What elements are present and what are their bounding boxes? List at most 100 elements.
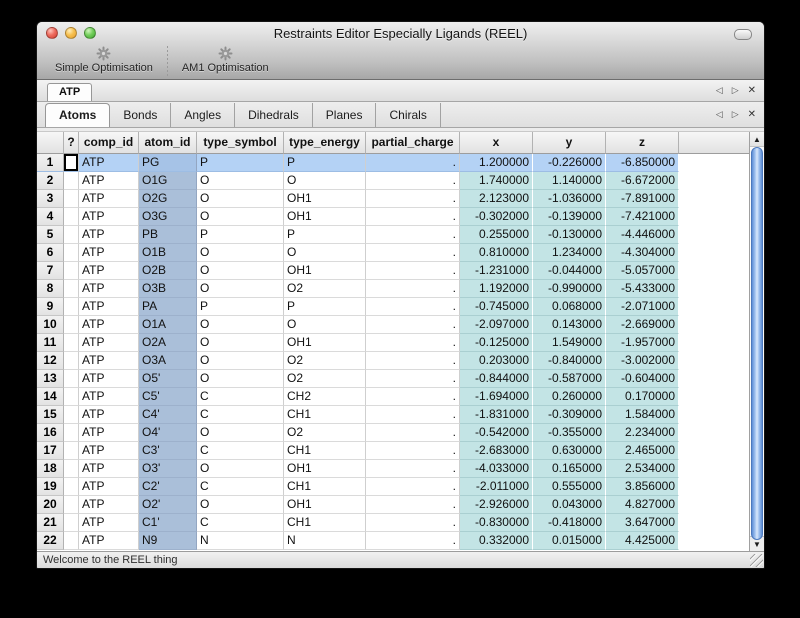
cell-partial_charge[interactable]: .: [366, 262, 460, 280]
cell-type_energy[interactable]: O2: [284, 280, 366, 298]
cell-y[interactable]: -0.130000: [533, 226, 606, 244]
cell-x[interactable]: -2.926000: [460, 496, 533, 514]
cell-x[interactable]: -4.033000: [460, 460, 533, 478]
row-number[interactable]: 22: [37, 532, 64, 550]
cell-y[interactable]: -1.036000: [533, 190, 606, 208]
row-number[interactable]: 17: [37, 442, 64, 460]
am1-optimisation-button[interactable]: AM1 Optimisation: [172, 45, 279, 76]
cell-atom_id[interactable]: O1A: [139, 316, 197, 334]
cell-z[interactable]: -1.957000: [606, 334, 679, 352]
cell-select-mark[interactable]: [64, 460, 79, 478]
cell-type_symbol[interactable]: N: [197, 532, 284, 550]
cell-atom_id[interactable]: O3': [139, 460, 197, 478]
cell-partial_charge[interactable]: .: [366, 226, 460, 244]
cell-partial_charge[interactable]: .: [366, 406, 460, 424]
cell-partial_charge[interactable]: .: [366, 460, 460, 478]
cell-y[interactable]: 1.234000: [533, 244, 606, 262]
cell-select-mark[interactable]: [64, 406, 79, 424]
cell-select-mark[interactable]: [64, 388, 79, 406]
row-number[interactable]: 2: [37, 172, 64, 190]
tab-scroll-right-icon[interactable]: ▷: [732, 85, 739, 96]
cell-atom_id[interactable]: C4': [139, 406, 197, 424]
cell-z[interactable]: 2.234000: [606, 424, 679, 442]
row-number[interactable]: 3: [37, 190, 64, 208]
cell-type_energy[interactable]: OH1: [284, 334, 366, 352]
cell-select-mark[interactable]: [64, 226, 79, 244]
row-number[interactable]: 14: [37, 388, 64, 406]
column-header-z[interactable]: z: [606, 132, 679, 154]
cell-atom_id[interactable]: O2A: [139, 334, 197, 352]
cell-y[interactable]: -0.044000: [533, 262, 606, 280]
cell-comp_id[interactable]: ATP: [79, 460, 139, 478]
row-number[interactable]: 12: [37, 352, 64, 370]
cell-select-mark[interactable]: [64, 496, 79, 514]
cell-x[interactable]: -0.844000: [460, 370, 533, 388]
row-number[interactable]: 9: [37, 298, 64, 316]
cell-z[interactable]: -5.433000: [606, 280, 679, 298]
cell-type_energy[interactable]: CH1: [284, 406, 366, 424]
cell-type_symbol[interactable]: P: [197, 154, 284, 172]
cell-partial_charge[interactable]: .: [366, 208, 460, 226]
cell-partial_charge[interactable]: .: [366, 316, 460, 334]
cell-partial_charge[interactable]: .: [366, 370, 460, 388]
cell-x[interactable]: 0.810000: [460, 244, 533, 262]
tab-planes[interactable]: Planes: [313, 103, 377, 127]
cell-type_symbol[interactable]: C: [197, 406, 284, 424]
cell-y[interactable]: -0.418000: [533, 514, 606, 532]
cell-x[interactable]: -0.302000: [460, 208, 533, 226]
cell-partial_charge[interactable]: .: [366, 532, 460, 550]
row-number[interactable]: 20: [37, 496, 64, 514]
cell-y[interactable]: 1.140000: [533, 172, 606, 190]
row-number[interactable]: 10: [37, 316, 64, 334]
cell-select-mark[interactable]: [64, 514, 79, 532]
row-number[interactable]: 7: [37, 262, 64, 280]
cell-x[interactable]: 1.740000: [460, 172, 533, 190]
cell-y[interactable]: 0.068000: [533, 298, 606, 316]
cell-z[interactable]: 4.425000: [606, 532, 679, 550]
column-header-x[interactable]: x: [460, 132, 533, 154]
cell-y[interactable]: 0.143000: [533, 316, 606, 334]
cell-partial_charge[interactable]: .: [366, 154, 460, 172]
cell-type_symbol[interactable]: O: [197, 316, 284, 334]
cell-type_symbol[interactable]: O: [197, 208, 284, 226]
cell-x[interactable]: -2.011000: [460, 478, 533, 496]
cell-x[interactable]: 1.192000: [460, 280, 533, 298]
cell-z[interactable]: -2.071000: [606, 298, 679, 316]
cell-comp_id[interactable]: ATP: [79, 370, 139, 388]
cell-atom_id[interactable]: N9: [139, 532, 197, 550]
cell-y[interactable]: 0.260000: [533, 388, 606, 406]
cell-y[interactable]: 1.549000: [533, 334, 606, 352]
cell-z[interactable]: 3.856000: [606, 478, 679, 496]
cell-type_energy[interactable]: P: [284, 154, 366, 172]
cell-atom_id[interactable]: O4': [139, 424, 197, 442]
cell-atom_id[interactable]: O3G: [139, 208, 197, 226]
cell-comp_id[interactable]: ATP: [79, 496, 139, 514]
cell-z[interactable]: -5.057000: [606, 262, 679, 280]
column-header-type_energy[interactable]: type_energy: [284, 132, 366, 154]
cell-z[interactable]: -2.669000: [606, 316, 679, 334]
cell-x[interactable]: -1.231000: [460, 262, 533, 280]
cell-select-mark[interactable]: [64, 478, 79, 496]
cell-x[interactable]: 1.200000: [460, 154, 533, 172]
tab-dihedrals[interactable]: Dihedrals: [235, 103, 313, 127]
cell-type_energy[interactable]: P: [284, 226, 366, 244]
cell-y[interactable]: 0.165000: [533, 460, 606, 478]
cell-type_symbol[interactable]: O: [197, 352, 284, 370]
cell-select-mark[interactable]: [64, 352, 79, 370]
cell-comp_id[interactable]: ATP: [79, 478, 139, 496]
cell-select-mark[interactable]: [64, 532, 79, 550]
tab-atp[interactable]: ATP: [47, 83, 92, 101]
cell-partial_charge[interactable]: .: [366, 352, 460, 370]
cell-select-mark[interactable]: [64, 298, 79, 316]
cell-type_symbol[interactable]: C: [197, 478, 284, 496]
cell-select-mark[interactable]: [64, 442, 79, 460]
cell-z[interactable]: 4.827000: [606, 496, 679, 514]
cell-x[interactable]: 0.255000: [460, 226, 533, 244]
cell-type_energy[interactable]: O2: [284, 352, 366, 370]
cell-type_symbol[interactable]: O: [197, 172, 284, 190]
cell-y[interactable]: -0.990000: [533, 280, 606, 298]
cell-type_energy[interactable]: OH1: [284, 262, 366, 280]
cell-type_symbol[interactable]: O: [197, 262, 284, 280]
tab-atoms[interactable]: Atoms: [45, 103, 110, 127]
row-number[interactable]: 4: [37, 208, 64, 226]
